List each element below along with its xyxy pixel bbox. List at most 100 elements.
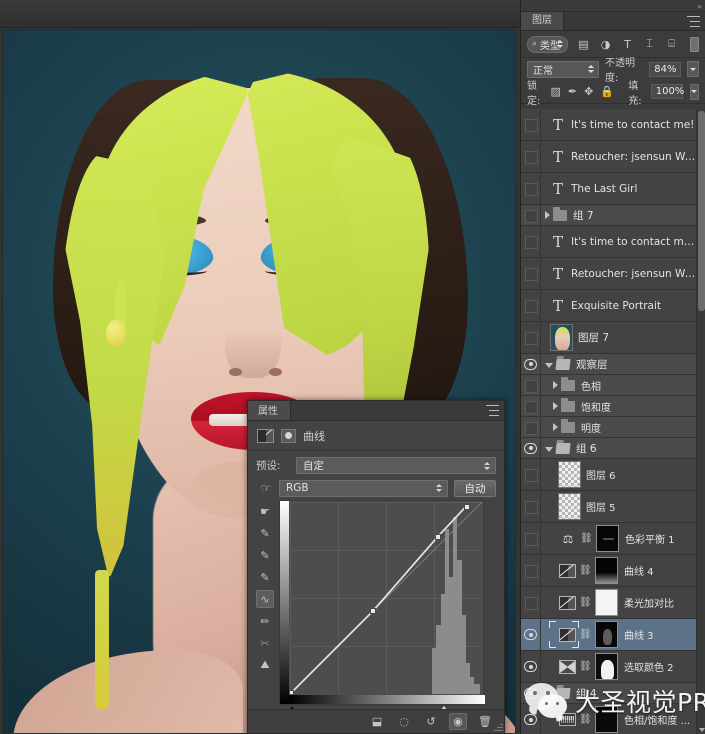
layer-visibility-toggle[interactable] [521,322,541,353]
curves-adjustment-icon[interactable] [559,595,576,610]
fill-value[interactable]: 100% [650,84,684,99]
table-row[interactable]: ⛓ 曲线 3 [521,619,705,651]
table-row[interactable]: 饱和度 [521,396,705,417]
delete-adjustment-layer-button[interactable]: 🗑 [476,713,494,730]
layer-mask-icon[interactable] [281,428,296,443]
preset-select[interactable]: 自定 [296,457,496,474]
curves-adjustment-icon[interactable] [559,563,576,578]
layer-visibility-toggle[interactable] [521,523,541,554]
layer-mask-thumbnail[interactable] [595,557,618,584]
table-row[interactable]: ⛓ 色相/饱和度 ... [521,704,705,734]
on-image-adjust-tool[interactable]: ☛ [256,502,274,520]
layer-mask-thumbnail[interactable] [595,653,618,680]
view-previous-state-button[interactable]: ◌ [395,713,413,730]
table-row[interactable]: ⛓ 选取颜色 2 [521,651,705,683]
curve-point-tool-icon[interactable]: ∿ [256,590,274,608]
layers-scrollbar[interactable] [696,109,705,734]
smooth-curve-tool-icon[interactable]: ✂ [256,634,274,652]
chevron-down-icon[interactable] [545,446,553,452]
layer-visibility-toggle[interactable] [521,173,541,204]
lock-all-icon[interactable]: 🔒 [600,85,614,98]
auto-button[interactable]: 自动 [454,479,496,497]
mask-link-icon[interactable]: ⛓ [579,597,592,608]
table-row[interactable]: 图层 5 [521,491,705,523]
fill-slider-arrow-icon[interactable] [689,83,699,100]
input-gradient-bar[interactable] [287,695,485,713]
curve-point[interactable] [434,533,441,540]
table-row[interactable]: T Retoucher: jsensun Wech... [521,258,705,290]
layer-visibility-toggle[interactable] [521,438,541,458]
layer-visibility-toggle[interactable] [521,226,541,257]
table-row[interactable]: 色相 [521,375,705,396]
layer-visibility-toggle[interactable] [521,109,541,140]
mask-link-icon[interactable]: ⛓ [579,714,592,725]
layer-mask-thumbnail[interactable] [596,525,619,552]
reset-adjustment-button[interactable]: ↺ [422,713,440,730]
scrollbar-thumb[interactable] [698,111,705,311]
eyedropper-black-point-icon[interactable]: ✎ [256,524,274,542]
tab-properties[interactable]: 属性 [248,401,291,420]
chevron-right-icon[interactable] [553,423,558,431]
tab-layers[interactable]: 图层 [521,12,564,30]
layer-visibility-toggle[interactable] [521,290,541,321]
collapse-panel-icon[interactable]: » [697,2,702,11]
layer-thumbnail[interactable] [558,493,581,520]
curve-point[interactable] [369,608,376,615]
opacity-slider-arrow-icon[interactable] [687,61,699,77]
filter-kind-select[interactable]: ⌕ 类型 [527,35,568,53]
layers-panel-menu-icon[interactable] [687,16,701,27]
pencil-draw-tool-icon[interactable]: ✏ [256,612,274,630]
panel-resize-grip[interactable] [493,722,503,732]
chevron-down-icon[interactable] [545,691,553,697]
layer-list[interactable]: T It's time to contact me! T Retoucher: jse… [521,109,705,734]
layer-mask-thumbnail[interactable] [595,589,618,616]
toggle-layer-visibility-button[interactable]: ◉ [449,713,467,730]
table-row[interactable]: ⚖ ⛓ 色彩平衡 1 [521,523,705,555]
curves-adjustment-icon[interactable] [559,627,576,642]
color-balance-adjustment-icon[interactable]: ⚖ [559,532,577,546]
curves-plot-area[interactable] [290,502,482,694]
curves-graph[interactable] [279,500,485,713]
layer-visibility-toggle[interactable] [521,619,541,650]
table-row[interactable]: 组 7 [521,205,705,226]
filter-smart-object-icon[interactable]: ⌸ [665,37,678,51]
selective-color-adjustment-icon[interactable] [559,659,576,674]
layer-visibility-toggle[interactable] [521,354,541,374]
table-row[interactable]: 图层 7 [521,322,705,354]
blend-mode-select[interactable]: 正常 [527,60,600,78]
filter-type-icon[interactable]: T [621,38,634,51]
layer-visibility-toggle[interactable] [521,417,541,437]
lock-transparent-pixels-icon[interactable]: ▨ [550,85,560,98]
mask-link-icon[interactable]: ⛓ [579,629,592,640]
eyedropper-gray-point-icon[interactable]: ✎ [256,546,274,564]
mask-link-icon[interactable]: ⛓ [580,533,593,544]
layer-visibility-toggle[interactable] [521,459,541,490]
channel-select[interactable]: RGB [279,479,448,497]
layer-mask-thumbnail[interactable] [595,621,618,648]
filter-shape-icon[interactable]: ⌶ [643,37,656,51]
chevron-right-icon[interactable] [553,381,558,389]
layer-visibility-toggle[interactable] [521,555,541,586]
curve-point[interactable] [463,503,470,510]
lock-position-icon[interactable]: ✥ [584,85,593,98]
layer-visibility-toggle[interactable] [521,396,541,416]
table-row[interactable]: T It's time to contact me! [521,109,705,141]
filter-toggle-switch[interactable] [690,36,699,52]
layer-mask-thumbnail[interactable] [595,706,618,733]
opacity-value[interactable]: 84% [649,61,682,77]
table-row[interactable]: T The Last Girl [521,173,705,205]
layer-visibility-toggle[interactable] [521,704,541,734]
layer-visibility-toggle[interactable] [521,141,541,172]
lock-image-pixels-icon[interactable]: ✒ [568,85,577,98]
layer-thumbnail[interactable] [558,461,581,488]
clip-to-layer-button[interactable]: ⬓ [368,713,386,730]
layer-visibility-toggle[interactable] [521,683,541,703]
chevron-right-icon[interactable] [553,402,558,410]
table-row[interactable]: 组 4 [521,683,705,704]
table-row[interactable]: T Exquisite Portrait [521,290,705,322]
clipping-warning-icon[interactable]: ⛰ [256,656,274,674]
mask-link-icon[interactable]: ⛓ [579,661,592,672]
layer-visibility-toggle[interactable] [521,375,541,395]
layer-thumbnail[interactable] [550,324,573,351]
layer-visibility-toggle[interactable] [521,205,541,225]
